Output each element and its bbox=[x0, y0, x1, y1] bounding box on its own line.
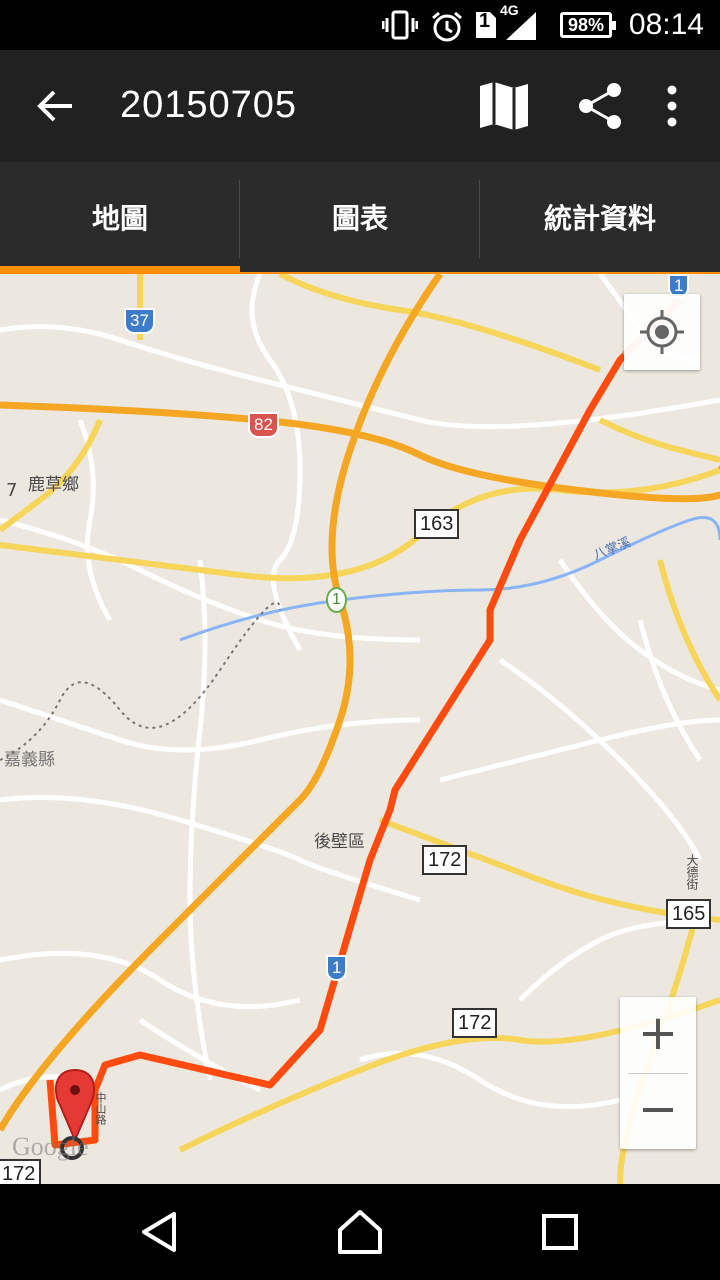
status-bar: 1 4G 98% 08:14 bbox=[0, 0, 720, 50]
zoom-in-button[interactable]: + bbox=[620, 997, 696, 1073]
tab-map[interactable]: 地圖 bbox=[0, 162, 240, 274]
my-location-button[interactable] bbox=[624, 294, 700, 370]
map-icon[interactable] bbox=[476, 78, 532, 134]
signal-icon bbox=[506, 12, 536, 40]
road-shield-1-mid: 1 bbox=[326, 955, 348, 981]
place-label-houbi: 後壁區 bbox=[314, 832, 365, 852]
back-arrow-icon[interactable] bbox=[30, 80, 82, 132]
crosshair-icon bbox=[640, 310, 684, 354]
map-view[interactable]: 鹿草鄉 7 嘉義縣 後壁區 八掌溪 大德街 中山路 37 82 1 1 1 16… bbox=[0, 274, 720, 1184]
street-label-dade: 大德街 bbox=[685, 854, 699, 890]
road-shield-37: 37 bbox=[124, 308, 155, 334]
battery-level: 98% bbox=[567, 15, 605, 35]
app-bar: 20150705 bbox=[0, 50, 720, 162]
road-shield-163: 163 bbox=[414, 509, 460, 539]
road-shield-165: 165 bbox=[666, 899, 712, 929]
place-label-edge: 7 bbox=[6, 480, 18, 501]
road-shield-82: 82 bbox=[248, 412, 279, 438]
tab-statistics[interactable]: 統計資料 bbox=[480, 162, 720, 274]
zoom-out-button[interactable]: − bbox=[620, 1073, 696, 1149]
back-triangle-icon[interactable] bbox=[132, 1204, 188, 1260]
sim-number: 1 bbox=[479, 10, 491, 32]
tab-chart[interactable]: 圖表 bbox=[240, 162, 480, 274]
navigation-bar bbox=[0, 1184, 720, 1280]
battery-icon: 98% bbox=[560, 12, 616, 38]
alarm-icon bbox=[432, 11, 462, 42]
vibrate-icon bbox=[382, 10, 418, 40]
clock: 08:14 bbox=[628, 8, 704, 41]
place-label-chiayi-county: 嘉義縣 bbox=[4, 750, 55, 770]
zoom-controls: + − bbox=[620, 997, 696, 1149]
road-shield-172-b: 172 bbox=[452, 1008, 498, 1038]
recents-icon[interactable] bbox=[532, 1204, 588, 1260]
highways bbox=[0, 274, 720, 1132]
google-attribution: Google bbox=[12, 1132, 89, 1161]
county-border bbox=[0, 601, 281, 761]
map-canvas[interactable] bbox=[0, 274, 720, 1184]
tab-bar: 地圖 圖表 統計資料 bbox=[0, 162, 720, 274]
road-shield-1-flower: 1 bbox=[326, 587, 347, 613]
share-icon[interactable] bbox=[572, 78, 628, 134]
street-label-zhongshan: 中山路 bbox=[94, 1092, 107, 1125]
home-icon[interactable] bbox=[332, 1204, 388, 1260]
page-title: 20150705 bbox=[120, 84, 298, 126]
road-shield-172-c: 172 bbox=[0, 1159, 42, 1184]
minor-roads bbox=[0, 274, 720, 1110]
tab-indicator bbox=[0, 266, 240, 274]
overflow-menu-icon[interactable] bbox=[644, 78, 700, 134]
place-label-lucao: 鹿草鄉 bbox=[28, 475, 79, 495]
road-shield-172-a: 172 bbox=[422, 845, 468, 875]
